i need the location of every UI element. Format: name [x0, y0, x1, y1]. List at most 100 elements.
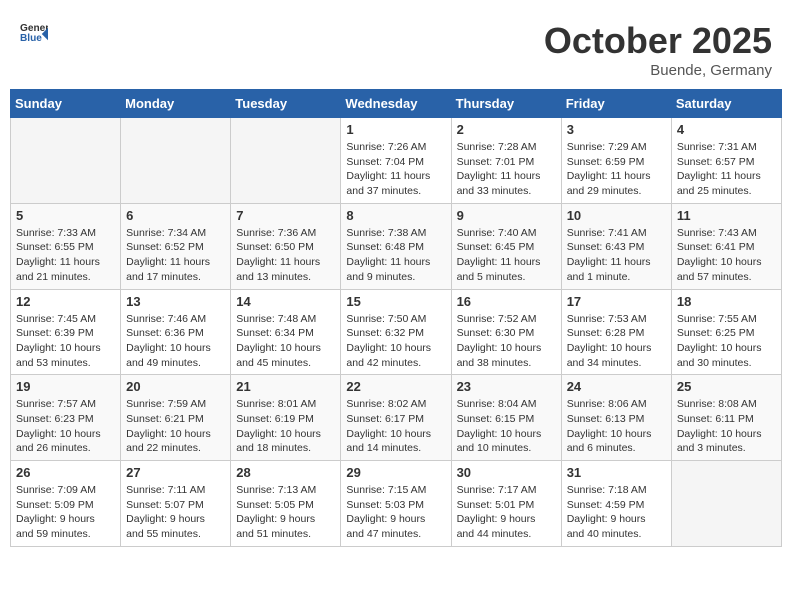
- weekday-header: Saturday: [671, 90, 781, 118]
- day-info: Sunrise: 7:26 AMSunset: 7:04 PMDaylight:…: [346, 140, 445, 199]
- calendar-cell: 20Sunrise: 7:59 AMSunset: 6:21 PMDayligh…: [121, 375, 231, 461]
- day-info: Sunrise: 7:55 AMSunset: 6:25 PMDaylight:…: [677, 312, 776, 371]
- calendar-cell: 9 Sunrise: 7:40 AMSunset: 6:45 PMDaylight…: [451, 203, 561, 289]
- calendar-cell: 23 Sunrise: 8:04 AMSunset: 6:15 PMDayligh…: [451, 375, 561, 461]
- day-info: Sunrise: 7:36 AMSunset: 6:50 PMDaylight:…: [236, 226, 335, 285]
- calendar-table: SundayMondayTuesdayWednesdayThursdayFrid…: [10, 89, 782, 547]
- calendar-cell: 31 Sunrise: 7:18 AMSunset: 4:59 PMDayligh…: [561, 461, 671, 547]
- weekday-header: Wednesday: [341, 90, 451, 118]
- day-info: Sunrise: 8:06 AMSunset: 6:13 PMDaylight:…: [567, 397, 666, 456]
- day-number: 15: [346, 294, 445, 309]
- day-number: 21: [236, 379, 335, 394]
- calendar-cell: 21 Sunrise: 8:01 AMSunset: 6:19 PMDayligh…: [231, 375, 341, 461]
- weekday-header: Monday: [121, 90, 231, 118]
- day-number: 27: [126, 465, 225, 480]
- calendar-cell: 1 Sunrise: 7:26 AMSunset: 7:04 PMDaylight…: [341, 118, 451, 204]
- day-info: Sunrise: 7:46 AMSunset: 6:36 PMDaylight:…: [126, 312, 225, 371]
- day-info: Sunrise: 7:28 AMSunset: 7:01 PMDaylight:…: [457, 140, 556, 199]
- day-info: Sunrise: 7:09 AMSunset: 5:09 PMDaylight:…: [16, 483, 115, 542]
- day-number: 26: [16, 465, 115, 480]
- day-number: 30: [457, 465, 556, 480]
- day-number: 11: [677, 208, 776, 223]
- calendar-cell: 10Sunrise: 7:41 AMSunset: 6:43 PMDayligh…: [561, 203, 671, 289]
- day-number: 25: [677, 379, 776, 394]
- calendar-cell: 18 Sunrise: 7:55 AMSunset: 6:25 PMDayligh…: [671, 289, 781, 375]
- calendar-cell: 13 Sunrise: 7:46 AMSunset: 6:36 PMDayligh…: [121, 289, 231, 375]
- day-number: 19: [16, 379, 115, 394]
- calendar-cell: 26 Sunrise: 7:09 AMSunset: 5:09 PMDayligh…: [11, 461, 121, 547]
- day-info: Sunrise: 7:31 AMSunset: 6:57 PMDaylight:…: [677, 140, 776, 199]
- calendar-cell: 28 Sunrise: 7:13 AMSunset: 5:05 PMDayligh…: [231, 461, 341, 547]
- page-header: General Blue October 2025 Buende, German…: [10, 10, 782, 84]
- day-info: Sunrise: 7:29 AMSunset: 6:59 PMDaylight:…: [567, 140, 666, 199]
- calendar-cell: 17Sunrise: 7:53 AMSunset: 6:28 PMDayligh…: [561, 289, 671, 375]
- day-number: 14: [236, 294, 335, 309]
- day-info: Sunrise: 7:18 AMSunset: 4:59 PMDaylight:…: [567, 483, 666, 542]
- calendar-cell: [671, 461, 781, 547]
- logo: General Blue: [20, 20, 48, 48]
- calendar-week-row: 19 Sunrise: 7:57 AMSunset: 6:23 PMDayligh…: [11, 375, 782, 461]
- day-number: 28: [236, 465, 335, 480]
- calendar-cell: [231, 118, 341, 204]
- day-info: Sunrise: 7:34 AMSunset: 6:52 PMDaylight:…: [126, 226, 225, 285]
- day-info: Sunrise: 7:53 AMSunset: 6:28 PMDaylight:…: [567, 312, 666, 371]
- day-info: Sunrise: 7:45 AMSunset: 6:39 PMDaylight:…: [16, 312, 115, 371]
- logo-icon: General Blue: [20, 20, 48, 48]
- calendar-cell: 5 Sunrise: 7:33 AMSunset: 6:55 PMDaylight…: [11, 203, 121, 289]
- weekday-header: Friday: [561, 90, 671, 118]
- calendar-cell: 8Sunrise: 7:38 AMSunset: 6:48 PMDaylight…: [341, 203, 451, 289]
- calendar-cell: 16Sunrise: 7:52 AMSunset: 6:30 PMDayligh…: [451, 289, 561, 375]
- calendar-cell: [11, 118, 121, 204]
- calendar-week-row: 5 Sunrise: 7:33 AMSunset: 6:55 PMDaylight…: [11, 203, 782, 289]
- day-info: Sunrise: 7:50 AMSunset: 6:32 PMDaylight:…: [346, 312, 445, 371]
- calendar-cell: 12 Sunrise: 7:45 AMSunset: 6:39 PMDayligh…: [11, 289, 121, 375]
- calendar-cell: 4Sunrise: 7:31 AMSunset: 6:57 PMDaylight…: [671, 118, 781, 204]
- day-info: Sunrise: 7:59 AMSunset: 6:21 PMDaylight:…: [126, 397, 225, 456]
- calendar-week-row: 1 Sunrise: 7:26 AMSunset: 7:04 PMDaylight…: [11, 118, 782, 204]
- day-number: 7: [236, 208, 335, 223]
- day-number: 18: [677, 294, 776, 309]
- day-number: 9: [457, 208, 556, 223]
- calendar-cell: 30 Sunrise: 7:17 AMSunset: 5:01 PMDayligh…: [451, 461, 561, 547]
- day-info: Sunrise: 8:01 AMSunset: 6:19 PMDaylight:…: [236, 397, 335, 456]
- calendar-cell: 22Sunrise: 8:02 AMSunset: 6:17 PMDayligh…: [341, 375, 451, 461]
- calendar-cell: 3 Sunrise: 7:29 AMSunset: 6:59 PMDaylight…: [561, 118, 671, 204]
- month-title: October 2025: [544, 20, 772, 62]
- day-number: 3: [567, 122, 666, 137]
- day-number: 13: [126, 294, 225, 309]
- day-info: Sunrise: 7:33 AMSunset: 6:55 PMDaylight:…: [16, 226, 115, 285]
- calendar-week-row: 12 Sunrise: 7:45 AMSunset: 6:39 PMDayligh…: [11, 289, 782, 375]
- day-info: Sunrise: 7:57 AMSunset: 6:23 PMDaylight:…: [16, 397, 115, 456]
- day-info: Sunrise: 7:11 AMSunset: 5:07 PMDaylight:…: [126, 483, 225, 542]
- day-number: 31: [567, 465, 666, 480]
- calendar-cell: 14 Sunrise: 7:48 AMSunset: 6:34 PMDayligh…: [231, 289, 341, 375]
- day-info: Sunrise: 7:13 AMSunset: 5:05 PMDaylight:…: [236, 483, 335, 542]
- calendar-cell: 25Sunrise: 8:08 AMSunset: 6:11 PMDayligh…: [671, 375, 781, 461]
- weekday-header: Thursday: [451, 90, 561, 118]
- day-number: 23: [457, 379, 556, 394]
- day-number: 6: [126, 208, 225, 223]
- day-number: 5: [16, 208, 115, 223]
- day-number: 1: [346, 122, 445, 137]
- day-number: 29: [346, 465, 445, 480]
- day-info: Sunrise: 7:40 AMSunset: 6:45 PMDaylight:…: [457, 226, 556, 285]
- calendar-cell: 7 Sunrise: 7:36 AMSunset: 6:50 PMDaylight…: [231, 203, 341, 289]
- calendar-cell: 27 Sunrise: 7:11 AMSunset: 5:07 PMDayligh…: [121, 461, 231, 547]
- calendar-cell: 6 Sunrise: 7:34 AMSunset: 6:52 PMDaylight…: [121, 203, 231, 289]
- day-number: 16: [457, 294, 556, 309]
- weekday-header-row: SundayMondayTuesdayWednesdayThursdayFrid…: [11, 90, 782, 118]
- day-info: Sunrise: 8:02 AMSunset: 6:17 PMDaylight:…: [346, 397, 445, 456]
- day-number: 24: [567, 379, 666, 394]
- weekday-header: Tuesday: [231, 90, 341, 118]
- calendar-week-row: 26 Sunrise: 7:09 AMSunset: 5:09 PMDayligh…: [11, 461, 782, 547]
- day-info: Sunrise: 7:17 AMSunset: 5:01 PMDaylight:…: [457, 483, 556, 542]
- calendar-cell: 15 Sunrise: 7:50 AMSunset: 6:32 PMDayligh…: [341, 289, 451, 375]
- weekday-header: Sunday: [11, 90, 121, 118]
- day-info: Sunrise: 7:38 AMSunset: 6:48 PMDaylight:…: [346, 226, 445, 285]
- day-number: 2: [457, 122, 556, 137]
- svg-text:Blue: Blue: [20, 33, 42, 44]
- day-number: 12: [16, 294, 115, 309]
- day-info: Sunrise: 8:04 AMSunset: 6:15 PMDaylight:…: [457, 397, 556, 456]
- calendar-cell: 24 Sunrise: 8:06 AMSunset: 6:13 PMDayligh…: [561, 375, 671, 461]
- day-info: Sunrise: 7:48 AMSunset: 6:34 PMDaylight:…: [236, 312, 335, 371]
